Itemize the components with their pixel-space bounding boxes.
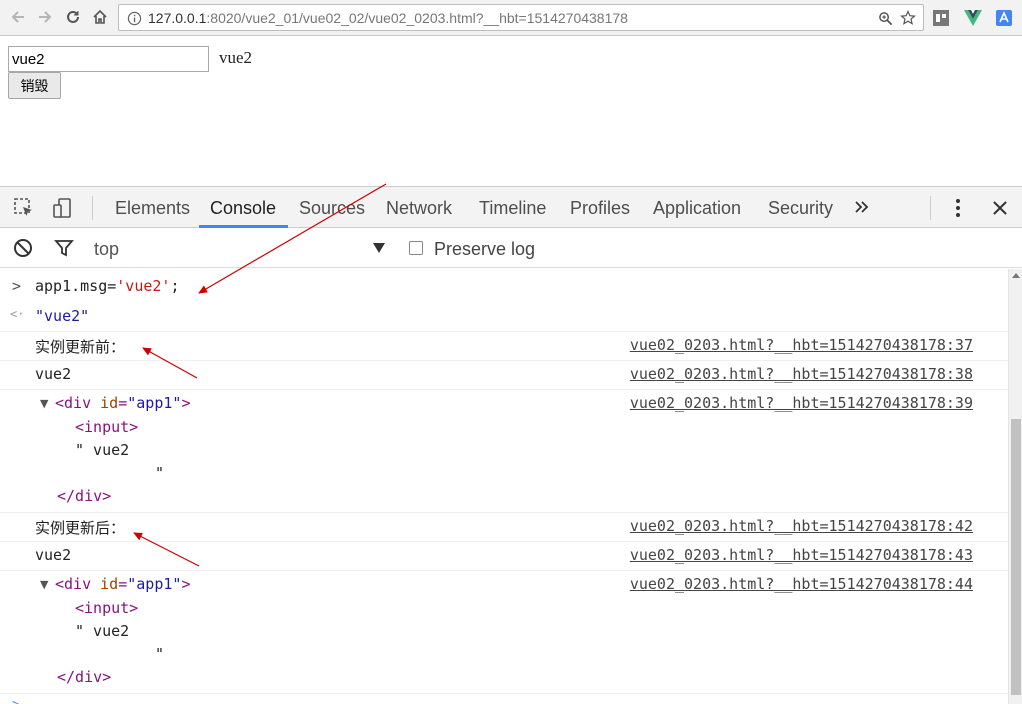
console-input-code: app1.msg='vue2'; xyxy=(35,277,180,295)
destroy-button[interactable]: 销毁 xyxy=(8,72,61,99)
url-text: 127.0.0.1:8020/vue2_01/vue02_02/vue02_02… xyxy=(148,10,628,26)
address-bar[interactable]: 127.0.0.1:8020/vue2_01/vue02_02/vue02_02… xyxy=(118,4,924,31)
extension-icon[interactable] xyxy=(931,8,951,28)
log-source-link[interactable]: vue02_0203.html?__hbt=1514270438178:39 xyxy=(630,394,973,412)
tab-sources[interactable]: Sources xyxy=(299,198,365,219)
expand-triangle-icon[interactable]: ▼ xyxy=(40,578,48,591)
translate-icon[interactable] xyxy=(994,8,1014,28)
dom-node-close-div: </div> xyxy=(57,668,112,686)
tab-console[interactable]: Console xyxy=(210,198,276,219)
log-message: vue2 xyxy=(35,365,72,383)
url-path: :8020/vue2_01/vue02_02/vue02_0203.html?_… xyxy=(206,10,628,26)
devtools-tabbar: Elements Console Sources Network Timelin… xyxy=(0,187,1022,228)
log-message: 实例更新前： xyxy=(35,338,126,356)
dom-node-div[interactable]: <div id="app1"> xyxy=(55,575,190,593)
expand-triangle-icon[interactable]: ▼ xyxy=(40,397,48,410)
dom-node-input[interactable]: <input> xyxy=(75,599,138,617)
preserve-log-checkbox[interactable] xyxy=(409,241,423,255)
preserve-log-label: Preserve log xyxy=(434,239,536,259)
input-prompt-icon: > xyxy=(12,277,22,295)
bound-message-text: vue2 xyxy=(219,48,253,67)
dom-text-node: " vue2 xyxy=(75,441,130,459)
dom-text-quote: " xyxy=(155,645,165,663)
forward-icon xyxy=(39,11,52,23)
devtools-panel: Elements Console Sources Network Timelin… xyxy=(0,186,1022,704)
tab-profiles[interactable]: Profiles xyxy=(570,198,630,219)
home-button[interactable] xyxy=(88,5,112,29)
tab-application[interactable]: Application xyxy=(653,198,741,219)
log-message: vue2 xyxy=(35,546,72,564)
console-result-line: <· "vue2" xyxy=(0,307,1008,329)
info-icon[interactable] xyxy=(126,10,142,26)
more-tabs-icon[interactable] xyxy=(852,197,872,217)
log-row-dom-tree: ▼ <div id="app1"> <input> " vue2 " </div… xyxy=(0,575,1008,691)
zoom-icon[interactable] xyxy=(877,10,893,26)
log-source-link[interactable]: vue02_0203.html?__hbt=1514270438178:42 xyxy=(630,517,973,535)
filter-icon[interactable] xyxy=(53,237,75,259)
log-message: 实例更新后： xyxy=(35,519,126,537)
log-row: vue2 vue02_0203.html?__hbt=1514270438178… xyxy=(0,546,1008,568)
tab-network[interactable]: Network xyxy=(386,198,452,219)
tab-elements[interactable]: Elements xyxy=(115,198,190,219)
browser-toolbar: 127.0.0.1:8020/vue2_01/vue02_02/vue02_02… xyxy=(0,0,1022,36)
url-host: 127.0.0.1 xyxy=(148,10,207,26)
log-source-link[interactable]: vue02_0203.html?__hbt=1514270438178:43 xyxy=(630,546,973,564)
clear-console-icon[interactable] xyxy=(12,237,34,259)
device-toolbar-icon[interactable] xyxy=(51,196,75,220)
tab-separator xyxy=(92,196,93,220)
console-result-value: "vue2" xyxy=(35,307,90,325)
console-input-line: > app1.msg='vue2'; xyxy=(0,277,1008,299)
vue-devtools-icon[interactable] xyxy=(963,8,983,28)
customize-menu-icon[interactable] xyxy=(947,196,969,220)
execution-context-select[interactable]: top xyxy=(94,239,119,260)
dom-text-quote: " xyxy=(155,464,165,482)
log-row: vue2 vue02_0203.html?__hbt=1514270438178… xyxy=(0,365,1008,387)
dom-node-input[interactable]: <input> xyxy=(75,418,138,436)
inspect-element-icon[interactable] xyxy=(12,196,36,220)
message-input[interactable] xyxy=(8,46,209,72)
back-icon xyxy=(11,11,24,23)
console-scrollbar[interactable] xyxy=(1008,269,1022,704)
log-row: 实例更新后： vue02_0203.html?__hbt=15142704381… xyxy=(0,517,1008,539)
tab-separator xyxy=(930,196,931,220)
log-row: 实例更新前： vue02_0203.html?__hbt=15142704381… xyxy=(0,336,1008,358)
close-devtools-icon[interactable] xyxy=(988,196,1012,220)
reload-button[interactable] xyxy=(61,5,85,29)
forward-button[interactable] xyxy=(33,5,57,29)
console-filter-bar: top Preserve log xyxy=(0,228,1022,268)
back-button[interactable] xyxy=(6,5,30,29)
scrollbar-thumb[interactable] xyxy=(1011,419,1021,695)
star-icon[interactable] xyxy=(900,10,916,26)
dom-node-div[interactable]: <div id="app1"> xyxy=(55,394,190,412)
log-source-link[interactable]: vue02_0203.html?__hbt=1514270438178:44 xyxy=(630,575,973,593)
result-prompt-icon: <· xyxy=(10,307,25,321)
home-icon xyxy=(93,9,107,24)
context-dropdown-arrow-icon[interactable] xyxy=(372,242,386,254)
log-source-link[interactable]: vue02_0203.html?__hbt=1514270438178:37 xyxy=(630,336,973,354)
tab-timeline[interactable]: Timeline xyxy=(479,198,546,219)
scroll-up-arrow-icon[interactable] xyxy=(1012,273,1020,278)
tab-security[interactable]: Security xyxy=(768,198,833,219)
console-prompt-icon[interactable]: > xyxy=(12,697,19,704)
reload-icon xyxy=(67,10,79,23)
dom-node-close-div: </div> xyxy=(57,487,112,505)
log-source-link[interactable]: vue02_0203.html?__hbt=1514270438178:38 xyxy=(630,365,973,383)
console-output: > app1.msg='vue2'; <· "vue2" 实例更新前： vue0… xyxy=(0,269,1008,704)
dom-text-node: " vue2 xyxy=(75,622,130,640)
log-row-dom-tree: ▼ <div id="app1"> <input> " vue2 " </div… xyxy=(0,394,1008,510)
